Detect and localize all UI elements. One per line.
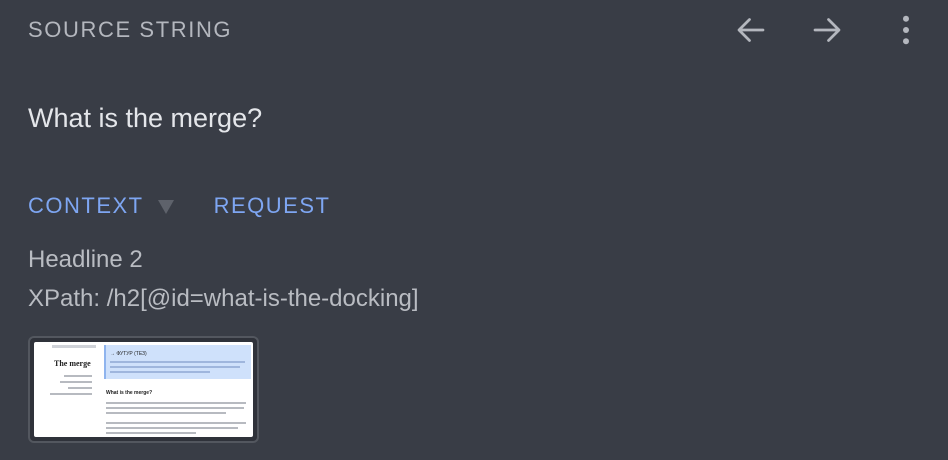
more-options-button[interactable] (886, 10, 926, 50)
element-xpath: XPath: /h2[@id=what-is-the-docking] (28, 285, 419, 312)
forward-arrow-icon (813, 18, 841, 42)
thumbnail-callout-line (110, 371, 210, 373)
thumbnail-page-title: The merge (54, 359, 91, 368)
thumbnail-nav-line (68, 387, 92, 389)
thumbnail-body-line (106, 432, 196, 434)
thumbnail-nav-line (60, 381, 92, 383)
thumbnail-logo (52, 345, 96, 348)
thumbnail-section-heading: What is the merge? (106, 390, 153, 396)
context-tab-label: CONTEXT (28, 193, 144, 218)
thumbnail-nav-line (64, 375, 92, 377)
thumbnail-sidebar: The merge (34, 342, 100, 437)
thumbnail-body-line (106, 422, 246, 424)
thumbnail-body-line (106, 427, 238, 429)
element-type: Headline 2 (28, 246, 143, 273)
forward-button[interactable] (807, 10, 847, 50)
context-tab[interactable]: CONTEXT (28, 193, 174, 219)
source-string-text: What is the merge? (28, 103, 263, 133)
thumbnail-callout-line (110, 366, 240, 368)
request-tab[interactable]: REQUEST (214, 193, 331, 219)
thumbnail-nav-line (50, 393, 92, 395)
thumbnail-body-line (106, 412, 226, 414)
thumbnail-body-line (106, 402, 246, 404)
context-tabs: CONTEXT REQUEST (28, 193, 330, 219)
header-title: SOURCE STRING (28, 17, 233, 42)
caret-down-icon (157, 200, 174, 214)
context-screenshot-thumbnail[interactable]: The merge → ФУТУР (ТЕЗ) What is the merg… (28, 336, 259, 443)
thumbnail-callout: → ФУТУР (ТЕЗ) (104, 345, 251, 379)
back-arrow-icon (737, 18, 765, 42)
thumbnail-callout-title: → ФУТУР (ТЕЗ) (110, 351, 147, 357)
back-button[interactable] (731, 10, 771, 50)
thumbnail-body-line (106, 407, 244, 409)
more-vertical-icon (903, 15, 909, 45)
thumbnail-image: The merge → ФУТУР (ТЕЗ) What is the merg… (34, 342, 253, 437)
thumbnail-callout-line (110, 361, 245, 363)
